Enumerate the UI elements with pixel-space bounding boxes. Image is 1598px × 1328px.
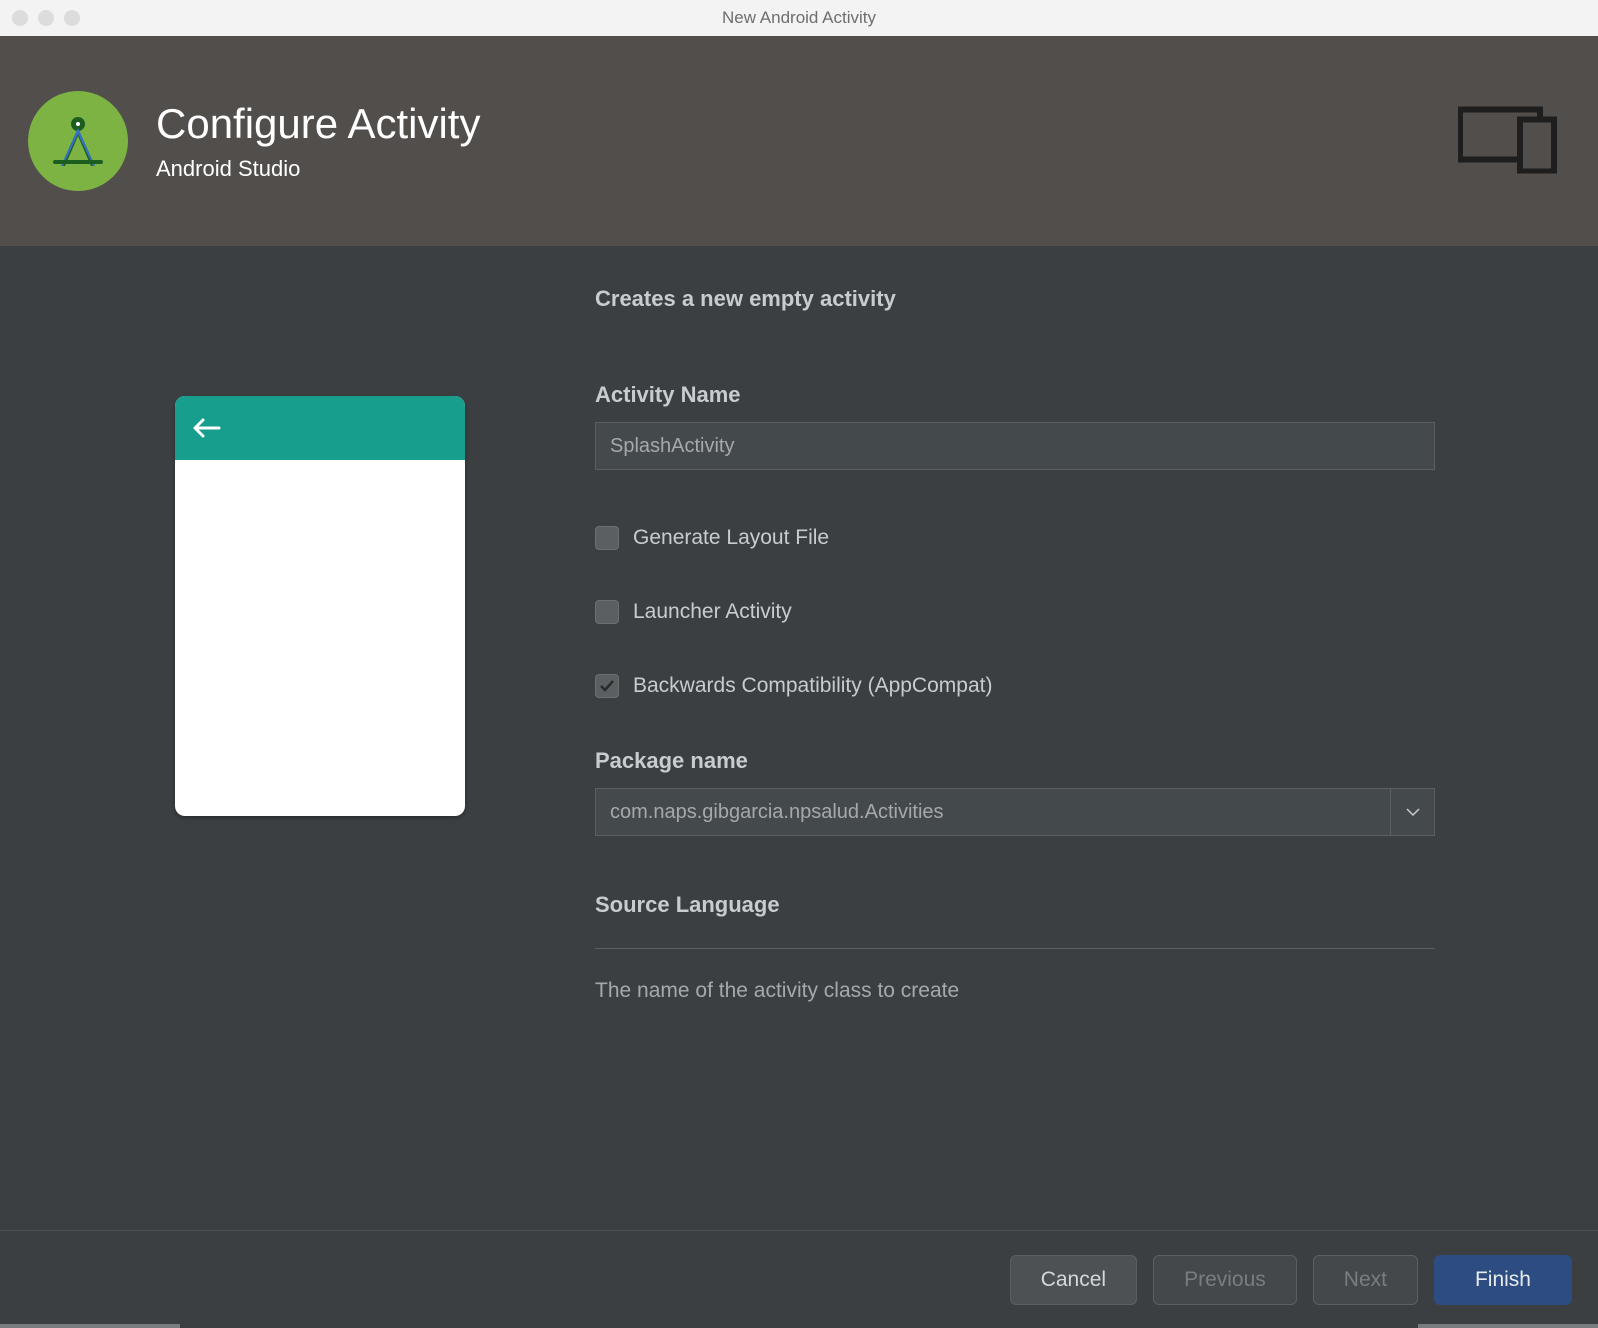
backwards-compat-checkbox[interactable]	[595, 674, 619, 698]
bottom-edge	[0, 1324, 1598, 1328]
activity-description: Creates a new empty activity	[595, 286, 1435, 312]
launcher-activity-checkbox[interactable]	[595, 600, 619, 624]
package-name-dropdown-button[interactable]	[1390, 789, 1434, 835]
activity-name-label: Activity Name	[595, 382, 1435, 408]
package-name-label: Package name	[595, 748, 1435, 774]
backwards-compat-label: Backwards Compatibility (AppCompat)	[633, 674, 992, 698]
generate-layout-label: Generate Layout File	[633, 526, 829, 550]
package-name-value: com.naps.gibgarcia.npsalud.Activities	[596, 801, 1390, 824]
backwards-compat-checkbox-row[interactable]: Backwards Compatibility (AppCompat)	[595, 674, 1435, 698]
next-button: Next	[1313, 1255, 1418, 1305]
previous-button: Previous	[1153, 1255, 1297, 1305]
launcher-activity-checkbox-row[interactable]: Launcher Activity	[595, 600, 1435, 624]
finish-button[interactable]: Finish	[1434, 1255, 1572, 1305]
wizard-title: Configure Activity	[156, 100, 480, 148]
devices-icon	[1458, 104, 1558, 179]
preview-appbar	[175, 396, 465, 460]
close-window-button[interactable]	[12, 10, 28, 26]
generate-layout-checkbox[interactable]	[595, 526, 619, 550]
wizard-subtitle: Android Studio	[156, 156, 480, 182]
activity-preview	[175, 396, 465, 816]
source-language-label: Source Language	[595, 892, 1435, 918]
wizard-content: Creates a new empty activity Activity Na…	[0, 246, 1598, 1328]
activity-name-input[interactable]	[595, 422, 1435, 470]
generate-layout-checkbox-row[interactable]: Generate Layout File	[595, 526, 1435, 550]
back-arrow-icon	[193, 418, 221, 438]
titlebar: New Android Activity	[0, 0, 1598, 36]
hint-text: The name of the activity class to create	[595, 979, 1435, 1003]
maximize-window-button[interactable]	[64, 10, 80, 26]
window-title: New Android Activity	[722, 8, 876, 28]
wizard-header: Configure Activity Android Studio	[0, 36, 1598, 246]
form-separator	[595, 948, 1435, 949]
minimize-window-button[interactable]	[38, 10, 54, 26]
package-name-dropdown[interactable]: com.naps.gibgarcia.npsalud.Activities	[595, 788, 1435, 836]
cancel-button[interactable]: Cancel	[1010, 1255, 1137, 1305]
chevron-down-icon	[1406, 807, 1420, 817]
traffic-lights	[12, 10, 80, 26]
launcher-activity-label: Launcher Activity	[633, 600, 792, 624]
wizard-footer: Cancel Previous Next Finish	[0, 1230, 1598, 1328]
android-studio-logo	[28, 91, 128, 191]
